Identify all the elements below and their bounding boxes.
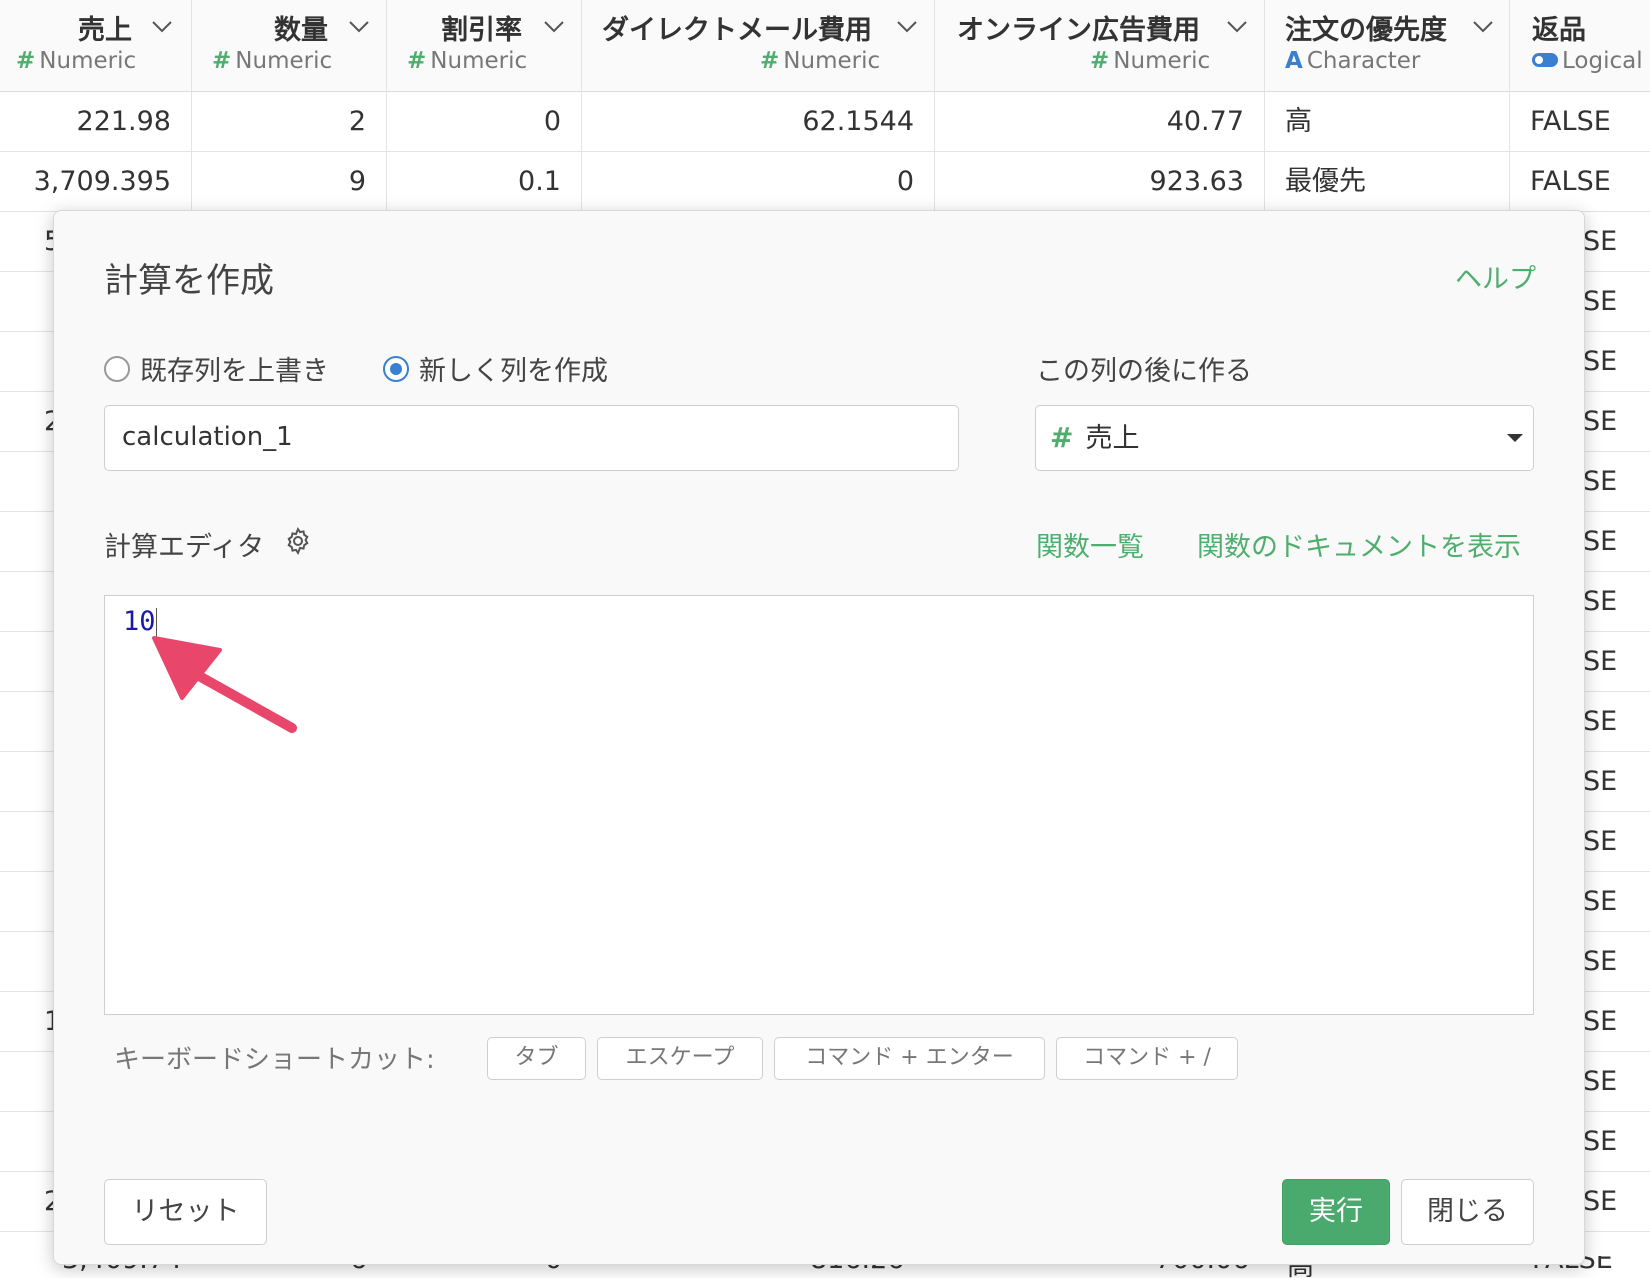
run-button[interactable]: 実行 bbox=[1282, 1179, 1390, 1245]
partial-cell-text: SE bbox=[1583, 826, 1618, 857]
shortcut-chip: エスケープ bbox=[597, 1037, 763, 1080]
column-name-input[interactable]: calculation_1 bbox=[104, 405, 959, 471]
radio-label: 新しく列を作成 bbox=[419, 356, 608, 387]
partial-cell-text: SE bbox=[1583, 346, 1618, 377]
dropdown-caret-icon[interactable] bbox=[1507, 434, 1523, 442]
table-cell[interactable]: 最優先 bbox=[1265, 152, 1510, 212]
annotation-arrow-icon bbox=[152, 636, 297, 733]
column-name: 数量 bbox=[274, 15, 328, 46]
column-name: ダイレクトメール費用 bbox=[602, 15, 872, 46]
numeric-type-icon: # bbox=[212, 48, 232, 74]
chevron-down-icon[interactable] bbox=[150, 14, 174, 38]
column-header-sales[interactable]: 売上 # Numeric bbox=[0, 0, 192, 92]
column-header-online-ad-cost[interactable]: オンライン広告費用 # Numeric bbox=[935, 0, 1265, 92]
radio-label: 既存列を上書き bbox=[140, 356, 329, 387]
partial-cell-text: SE bbox=[1583, 586, 1618, 617]
partial-cell-text: SE bbox=[1583, 226, 1618, 257]
position-label: この列の後に作る bbox=[1036, 356, 1252, 387]
column-type: A Character bbox=[1285, 48, 1421, 74]
table-cell[interactable]: 0 bbox=[387, 92, 582, 152]
partial-cell-text: SE bbox=[1583, 766, 1618, 797]
table-cell[interactable]: 923.63 bbox=[935, 152, 1265, 212]
radio-overwrite-existing[interactable]: 既存列を上書き bbox=[104, 349, 329, 388]
partial-cell-text: SE bbox=[1583, 886, 1618, 917]
numeric-type-icon: # bbox=[16, 48, 36, 74]
function-list-link[interactable]: 関数一覧 bbox=[1036, 525, 1144, 564]
column-header-discount-rate[interactable]: 割引率 # Numeric bbox=[387, 0, 582, 92]
partial-cell-text: SE bbox=[1583, 1006, 1618, 1037]
table-cell[interactable]: 3,709.395 bbox=[0, 152, 192, 212]
table-cell[interactable]: 高 bbox=[1265, 92, 1510, 152]
column-name: 注文の優先度 bbox=[1285, 15, 1447, 46]
table-cell[interactable]: 40.77 bbox=[935, 92, 1265, 152]
help-link[interactable]: ヘルプ bbox=[1455, 257, 1536, 296]
shortcuts-label: キーボードショートカット: bbox=[114, 1045, 435, 1075]
partial-cell-text: SE bbox=[1583, 1186, 1618, 1217]
radio-create-new-column[interactable]: 新しく列を作成 bbox=[383, 349, 608, 388]
function-docs-link[interactable]: 関数のドキュメントを表示 bbox=[1197, 525, 1521, 564]
column-header-returned[interactable]: 返品 Logical bbox=[1510, 0, 1650, 92]
partial-cell-text: SE bbox=[1583, 946, 1618, 977]
numeric-type-icon: # bbox=[1090, 48, 1110, 74]
shortcut-chip: タブ bbox=[487, 1037, 586, 1080]
partial-cell-text: SE bbox=[1583, 646, 1618, 677]
chevron-down-icon[interactable] bbox=[1471, 14, 1495, 38]
close-button[interactable]: 閉じる bbox=[1401, 1179, 1534, 1245]
column-type: # Numeric bbox=[16, 48, 137, 74]
table-row: 221.98 2 0 62.1544 40.77 高 FALSE bbox=[0, 92, 1650, 152]
radio-button[interactable] bbox=[104, 355, 130, 382]
column-name: 割引率 bbox=[441, 15, 522, 46]
table-cell[interactable]: 62.1544 bbox=[582, 92, 935, 152]
partial-cell-text: SE bbox=[1583, 286, 1618, 317]
chevron-down-icon[interactable] bbox=[542, 14, 566, 38]
radio-button-selected[interactable] bbox=[383, 355, 409, 382]
partial-cell-text: SE bbox=[1583, 406, 1618, 437]
table-row: 3,709.395 9 0.1 0 923.63 最優先 FALSE bbox=[0, 152, 1650, 212]
table-cell[interactable]: 0 bbox=[582, 152, 935, 212]
editor-label: 計算エディタ bbox=[104, 532, 265, 563]
table-cell[interactable]: 0.1 bbox=[387, 152, 582, 212]
table-cell[interactable]: FALSE bbox=[1510, 92, 1650, 152]
shortcut-chip: コマンド + エンター bbox=[774, 1037, 1045, 1080]
shortcut-chip: コマンド + / bbox=[1056, 1037, 1238, 1080]
table-cell[interactable]: 2 bbox=[192, 92, 387, 152]
table-cell[interactable]: 9 bbox=[192, 152, 387, 212]
numeric-type-icon: # bbox=[760, 48, 780, 74]
table-cell[interactable]: 221.98 bbox=[0, 92, 192, 152]
chevron-down-icon[interactable] bbox=[347, 14, 371, 38]
dialog-title: 計算を作成 bbox=[104, 261, 274, 301]
gear-icon[interactable] bbox=[283, 526, 313, 556]
chevron-down-icon[interactable] bbox=[1225, 14, 1249, 38]
create-calculation-dialog: 計算を作成 ヘルプ 既存列を上書き 新しく列を作成 この列の後に作る calcu… bbox=[53, 210, 1585, 1265]
column-type: # Numeric bbox=[212, 48, 333, 74]
partial-cell-text: SE bbox=[1583, 466, 1618, 497]
column-type: # Numeric bbox=[760, 48, 881, 74]
column-name: 売上 bbox=[78, 15, 132, 46]
reset-button[interactable]: リセット bbox=[104, 1179, 267, 1245]
column-type: Logical bbox=[1532, 48, 1643, 74]
chevron-down-icon[interactable] bbox=[895, 14, 919, 38]
select-value: 売上 bbox=[1085, 423, 1140, 454]
column-header-quantity[interactable]: 数量 # Numeric bbox=[192, 0, 387, 92]
column-name: 返品 bbox=[1532, 15, 1586, 46]
column-header-direct-mail-cost[interactable]: ダイレクトメール費用 # Numeric bbox=[582, 0, 935, 92]
numeric-type-icon: # bbox=[407, 48, 427, 74]
table-cell[interactable]: FALSE bbox=[1510, 152, 1650, 212]
after-column-select[interactable]: # 売上 bbox=[1035, 405, 1534, 471]
column-type: # Numeric bbox=[1090, 48, 1211, 74]
calculation-editor[interactable]: 10 bbox=[104, 595, 1534, 1015]
column-name: オンライン広告費用 bbox=[957, 15, 1200, 46]
logical-type-icon bbox=[1532, 52, 1558, 67]
numeric-type-icon: # bbox=[1050, 421, 1074, 454]
column-type: # Numeric bbox=[407, 48, 528, 74]
column-header-order-priority[interactable]: 注文の優先度 A Character bbox=[1265, 0, 1510, 92]
partial-cell-text: SE bbox=[1583, 526, 1618, 557]
partial-cell-text: SE bbox=[1583, 1066, 1618, 1097]
partial-cell-text: SE bbox=[1583, 1126, 1618, 1157]
character-type-icon: A bbox=[1285, 48, 1303, 74]
partial-cell-text: SE bbox=[1583, 706, 1618, 737]
